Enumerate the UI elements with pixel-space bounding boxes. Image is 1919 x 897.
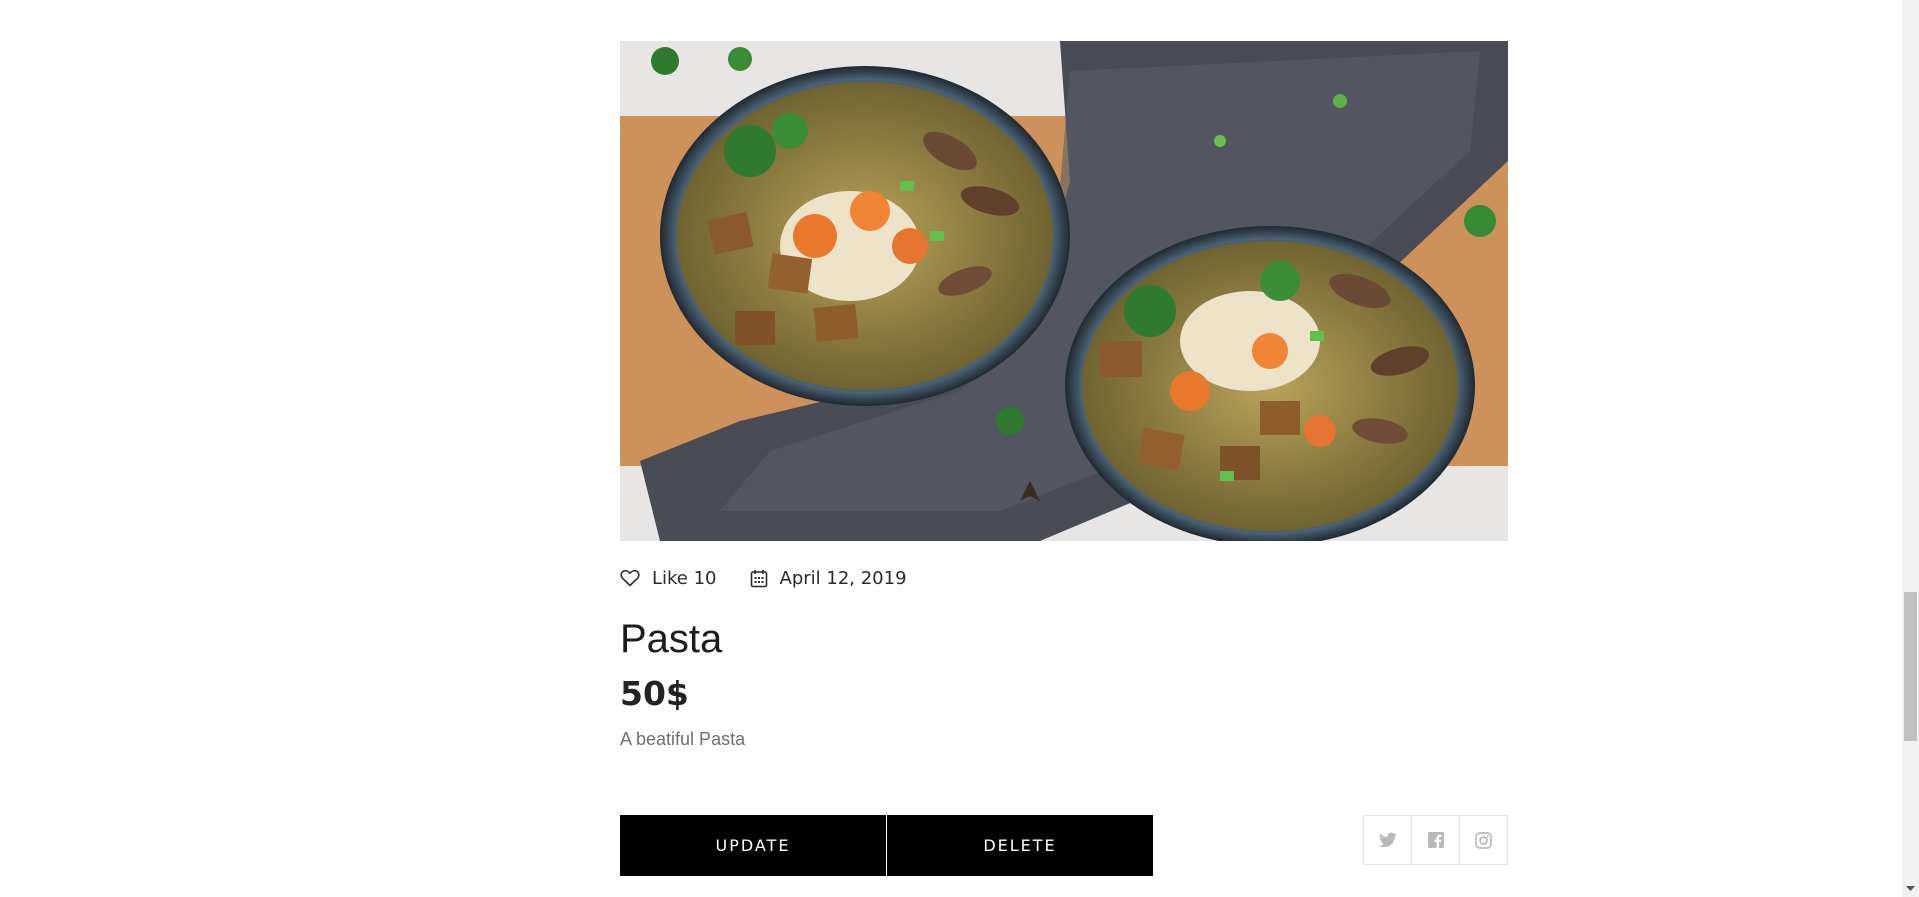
calendar-icon [750, 569, 767, 587]
post-meta: Like 10 April 12, 2019 [620, 566, 1508, 590]
like-button[interactable]: Like 10 [620, 568, 717, 589]
post-date-label: April 12, 2019 [779, 567, 907, 589]
page: Like 10 April 12, 2019 Pasta 50$ A beati… [0, 0, 1919, 897]
like-count-label: Like 10 [652, 567, 717, 589]
food-photo-illustration [620, 41, 1508, 541]
post-price: 50$ [620, 674, 689, 713]
post-date: April 12, 2019 [750, 568, 907, 589]
food-post-card: Like 10 April 12, 2019 Pasta 50$ A beati… [620, 41, 1508, 877]
facebook-share-button[interactable] [1411, 816, 1459, 864]
food-image [620, 41, 1508, 541]
post-actions: UPDATE DELETE [620, 815, 1508, 877]
heart-icon [620, 569, 640, 587]
post-description: A beatiful Pasta [620, 729, 746, 749]
twitter-icon [1378, 832, 1397, 848]
post-title: Pasta [620, 617, 723, 661]
instagram-share-button[interactable] [1459, 816, 1507, 864]
update-button[interactable]: UPDATE [620, 815, 886, 876]
instagram-icon [1475, 831, 1492, 849]
scroll-down-arrow-icon[interactable] [1902, 880, 1919, 897]
social-share-links [1363, 815, 1508, 865]
vertical-scrollbar[interactable] [1902, 0, 1919, 897]
delete-button[interactable]: DELETE [887, 815, 1153, 876]
facebook-icon [1427, 832, 1444, 848]
twitter-share-button[interactable] [1364, 816, 1411, 864]
scrollbar-thumb[interactable] [1904, 592, 1917, 741]
action-button-group: UPDATE DELETE [620, 815, 1153, 876]
